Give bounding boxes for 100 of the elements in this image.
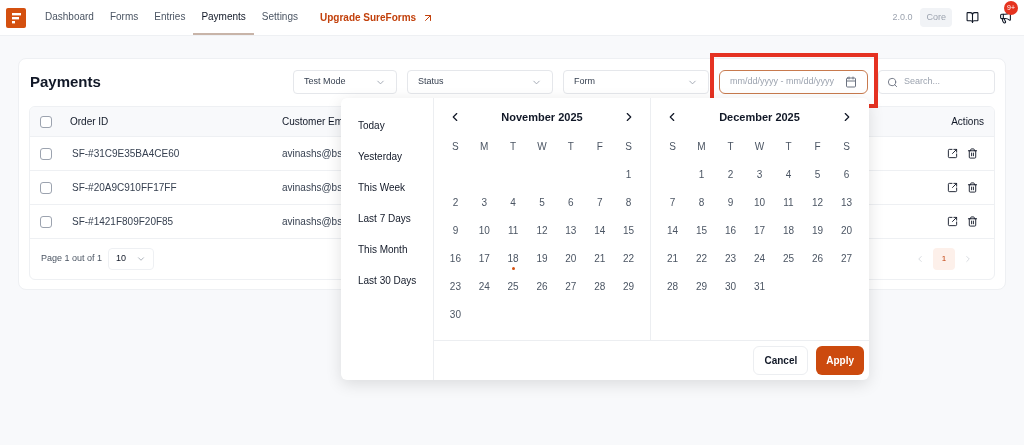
- calendar-day[interactable]: 18: [498, 244, 528, 272]
- calendar-day[interactable]: 3: [469, 188, 499, 216]
- calendar-day[interactable]: 24: [469, 272, 499, 300]
- calendar-day[interactable]: 27: [556, 272, 586, 300]
- calendar-day[interactable]: 29: [687, 272, 716, 300]
- calendar-day[interactable]: 7: [658, 188, 687, 216]
- nav-tab[interactable]: Settings: [253, 0, 306, 35]
- upgrade-link[interactable]: Upgrade SureForms: [320, 10, 435, 25]
- per-page-dropdown[interactable]: 10: [108, 248, 155, 270]
- cancel-button[interactable]: Cancel: [753, 346, 809, 375]
- calendar-day[interactable]: 20: [556, 244, 586, 272]
- calendar-day[interactable]: 14: [658, 216, 687, 244]
- calendar-day[interactable]: 13: [832, 188, 861, 216]
- calendar-day[interactable]: 22: [687, 244, 716, 272]
- delete-icon[interactable]: [967, 216, 978, 227]
- calendar-day[interactable]: 15: [687, 216, 716, 244]
- calendar-day[interactable]: 26: [803, 244, 832, 272]
- chevron-down-icon: [136, 254, 147, 264]
- calendar-day[interactable]: 28: [585, 272, 615, 300]
- filter-dropdown[interactable]: Test Mode: [293, 70, 397, 94]
- calendar-day[interactable]: 11: [774, 188, 803, 216]
- checkbox[interactable]: [40, 147, 52, 160]
- calendar-day[interactable]: 9: [441, 216, 470, 244]
- filter-dropdown[interactable]: Status: [407, 70, 553, 94]
- calendar-day[interactable]: 25: [774, 244, 803, 272]
- calendar-day[interactable]: 16: [716, 216, 745, 244]
- nav-tab[interactable]: Dashboard: [37, 0, 102, 35]
- preset-option[interactable]: Last 7 Days: [358, 203, 433, 234]
- checkbox[interactable]: [40, 215, 52, 228]
- weekday-label: S: [842, 139, 851, 154]
- preset-option[interactable]: This Month: [358, 234, 433, 265]
- nav-tab[interactable]: Forms: [101, 0, 147, 35]
- preset-option[interactable]: Today: [358, 110, 433, 141]
- calendar-day[interactable]: 10: [745, 188, 774, 216]
- open-external-icon[interactable]: [947, 182, 958, 193]
- calendar-day[interactable]: 7: [585, 188, 615, 216]
- filter-dropdown[interactable]: Form: [563, 70, 709, 94]
- calendar-day[interactable]: 8: [614, 188, 643, 216]
- delete-icon[interactable]: [967, 148, 978, 159]
- calendar-day[interactable]: 30: [716, 272, 745, 300]
- calendar-day[interactable]: 20: [832, 216, 861, 244]
- calendar-day[interactable]: 12: [527, 216, 557, 244]
- calendar-day[interactable]: 4: [774, 160, 803, 188]
- page-number[interactable]: 1: [933, 248, 955, 270]
- calendar-day[interactable]: 19: [527, 244, 557, 272]
- nav-tab[interactable]: Payments: [193, 0, 254, 35]
- calendar-day[interactable]: 1: [614, 160, 643, 188]
- calendar-day[interactable]: 31: [745, 272, 774, 300]
- calendar-day[interactable]: 4: [498, 188, 528, 216]
- calendar-day[interactable]: 3: [745, 160, 774, 188]
- calendar-day[interactable]: 18: [774, 216, 803, 244]
- preset-option[interactable]: Yesterday: [358, 141, 433, 172]
- calendar-day[interactable]: 10: [469, 216, 499, 244]
- megaphone-icon[interactable]: [999, 11, 1012, 24]
- calendar-day[interactable]: 27: [832, 244, 861, 272]
- weekday-label: S: [451, 139, 460, 154]
- book-icon[interactable]: [966, 11, 979, 24]
- calendar-day[interactable]: 2: [441, 188, 470, 216]
- calendar-day[interactable]: 6: [832, 160, 861, 188]
- calendar-day[interactable]: 17: [469, 244, 499, 272]
- calendar-day[interactable]: 8: [687, 188, 716, 216]
- weekday-label: W: [536, 139, 548, 154]
- calendar-day[interactable]: 25: [498, 272, 528, 300]
- calendar-day[interactable]: 11: [498, 216, 528, 244]
- preset-option[interactable]: This Week: [358, 172, 433, 203]
- weekday-label: F: [813, 139, 822, 154]
- open-external-icon[interactable]: [947, 216, 958, 227]
- calendar-day[interactable]: 5: [803, 160, 832, 188]
- calendar-day[interactable]: 17: [745, 216, 774, 244]
- calendar-day[interactable]: 14: [585, 216, 615, 244]
- calendar-day[interactable]: 19: [803, 216, 832, 244]
- calendar-day[interactable]: 9: [716, 188, 745, 216]
- apply-button[interactable]: Apply: [816, 346, 864, 375]
- nav-tab[interactable]: Entries: [146, 0, 194, 35]
- calendar-day[interactable]: 29: [614, 272, 643, 300]
- calendar-day[interactable]: 15: [614, 216, 643, 244]
- month-title: December 2025: [719, 109, 800, 125]
- calendar-day[interactable]: 24: [745, 244, 774, 272]
- calendar-day[interactable]: 26: [527, 272, 557, 300]
- calendar-day[interactable]: 21: [658, 244, 687, 272]
- calendar-day[interactable]: 2: [716, 160, 745, 188]
- calendar-day[interactable]: 5: [527, 188, 557, 216]
- calendar-day[interactable]: 1: [687, 160, 716, 188]
- weekday-label: T: [784, 139, 793, 154]
- calendar-day[interactable]: 21: [585, 244, 615, 272]
- open-external-icon[interactable]: [947, 148, 958, 159]
- calendar-day[interactable]: 6: [556, 188, 586, 216]
- delete-icon[interactable]: [967, 182, 978, 193]
- search-placeholder: Search...: [904, 75, 941, 89]
- preset-option[interactable]: Last 30 Days: [358, 265, 433, 296]
- calendar-day[interactable]: 16: [441, 244, 470, 272]
- calendar-day[interactable]: 23: [716, 244, 745, 272]
- calendar-day[interactable]: 12: [803, 188, 832, 216]
- calendar-day[interactable]: 23: [441, 272, 470, 300]
- calendar-day[interactable]: 22: [614, 244, 643, 272]
- calendar-day[interactable]: 13: [556, 216, 586, 244]
- calendar-day[interactable]: 30: [441, 300, 470, 328]
- checkbox[interactable]: [40, 115, 52, 128]
- calendar-day[interactable]: 28: [658, 272, 687, 300]
- checkbox[interactable]: [40, 181, 52, 194]
